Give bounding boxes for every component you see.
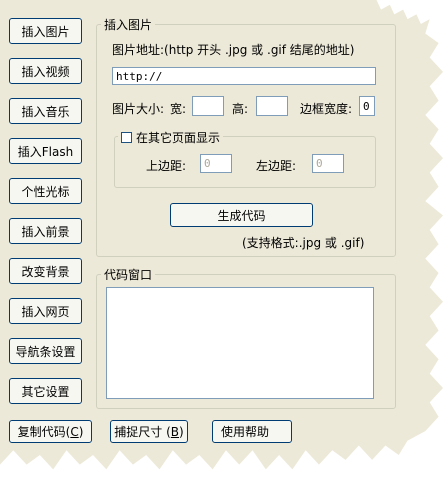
width-label: 宽: [170,102,187,116]
code-textarea[interactable] [106,287,374,399]
top-margin-label: 上边距: [146,159,187,173]
image-address-label: 图片地址:(http 开头 .jpg 或 .gif 结尾的地址) [112,43,355,57]
left-margin-label: 左边距: [256,159,297,173]
help-button[interactable]: 使用帮助 [212,420,292,443]
height-input[interactable] [256,96,288,116]
custom-cursor-button[interactable]: 个性光标 [9,178,82,204]
insert-video-button[interactable]: 插入视频 [9,58,82,84]
capture-size-button[interactable]: 捕捉尺寸 (B) [110,420,188,443]
change-background-button[interactable]: 改变背景 [9,258,82,284]
other-page-label: 在其它页面显示 [136,131,221,145]
help-button-label: 使用帮助 [221,425,270,439]
insert-music-button[interactable]: 插入音乐 [9,98,82,124]
copy-code-button[interactable]: 复制代码(C) [9,420,92,443]
image-size-label: 图片大小: [112,102,165,116]
supported-formats-note: (支持格式:.jpg 或 .gif) [242,236,365,250]
capture-size-label: 捕捉尺寸 [114,425,163,439]
generate-code-button[interactable]: 生成代码 [170,203,313,227]
border-width-input[interactable] [359,96,375,116]
navbar-settings-button[interactable]: 导航条设置 [9,338,82,364]
insert-image-group-legend: 插入图片 [101,16,156,33]
insert-foreground-button[interactable]: 插入前景 [9,218,82,244]
height-label: 高: [232,102,249,116]
border-width-label: 边框宽度: [300,102,353,116]
other-settings-button[interactable]: 其它设置 [9,378,82,404]
capture-size-key: B [170,424,180,439]
image-url-input[interactable] [112,67,376,85]
other-page-checkbox[interactable] [121,132,132,143]
width-input[interactable] [192,96,224,116]
top-margin-input[interactable] [200,154,232,173]
other-page-legend: 在其它页面显示 [118,129,224,146]
insert-image-button[interactable]: 插入图片 [9,18,82,44]
copy-code-label: 复制代码 [17,425,66,439]
left-margin-input[interactable] [312,154,344,173]
dialog-window: 插入图片 插入视频 插入音乐 插入Flash 个性光标 插入前景 改变背景 插入… [0,0,443,470]
insert-webpage-button[interactable]: 插入网页 [9,298,82,324]
copy-code-key: C [70,424,79,439]
insert-flash-button[interactable]: 插入Flash [9,138,82,164]
code-window-legend: 代码窗口 [101,266,156,283]
